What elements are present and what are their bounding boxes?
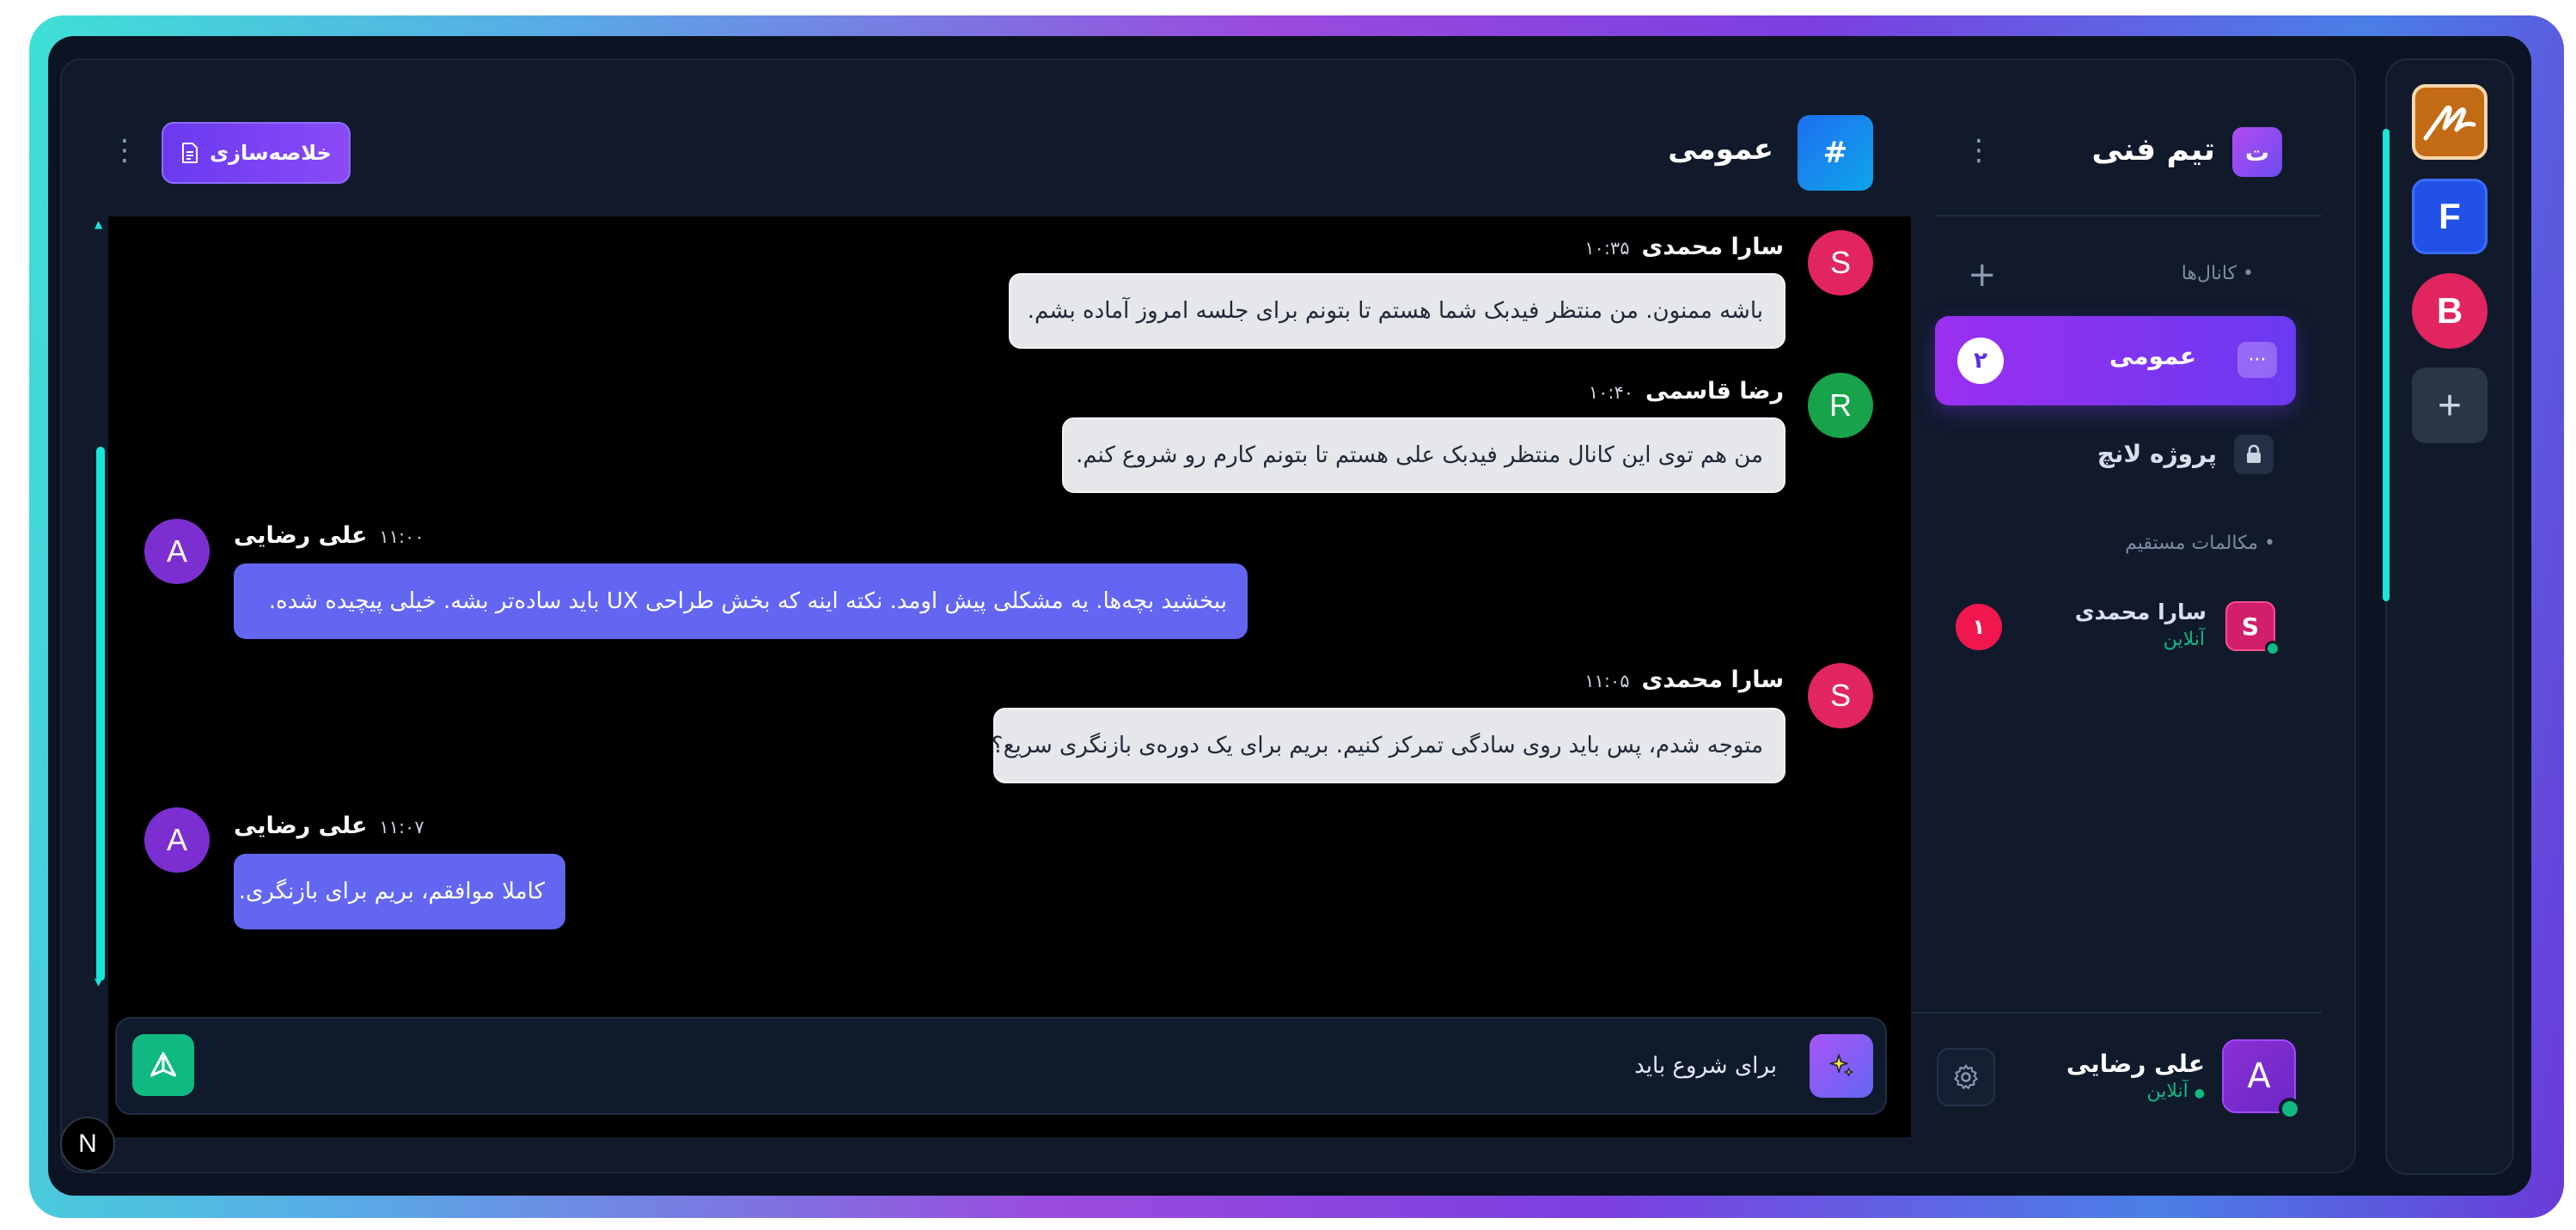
message-time: ۱۱:۰۷: [379, 817, 424, 837]
message-text: ببخشید بچه‌ها. یه مشکلی پیش اومد. نکته ا…: [268, 588, 1227, 614]
message-author[interactable]: رضا قاسمی: [1645, 378, 1784, 405]
message-bubble[interactable]: من هم توی این کانال منتظر فیدبک علی هستم…: [1062, 417, 1785, 493]
channel-options-icon[interactable]: ···: [2237, 342, 2277, 378]
sparkle-icon: [1829, 1054, 1853, 1077]
message-text: من هم توی این کانال منتظر فیدبک علی هستم…: [1076, 442, 1763, 468]
message-meta: سارا محمدی ۱۰:۳۵: [1584, 234, 1784, 260]
lock-icon: [2234, 435, 2274, 474]
message-author[interactable]: علی رضایی: [234, 522, 367, 549]
sidebar-footer-divider: [1909, 1012, 2322, 1014]
chat-menu-icon[interactable]: ⋮: [110, 136, 139, 165]
unread-badge: ۲: [1957, 338, 2004, 384]
message-time: ۱۱:۰۰: [379, 527, 424, 547]
message-time: ۱۰:۳۵: [1584, 238, 1630, 259]
current-user-status: ● آنلاین: [2146, 1081, 2205, 1102]
summarize-button[interactable]: خلاصه‌سازی: [162, 122, 351, 184]
message-bubble[interactable]: ببخشید بچه‌ها. یه مشکلی پیش اومد. نکته ا…: [234, 563, 1248, 639]
message-bubble[interactable]: کاملا موافقم، بریم برای بازنگری.: [234, 854, 565, 929]
dm-status: آنلاین: [2163, 629, 2205, 650]
message-time: ۱۱:۰۵: [1584, 671, 1630, 691]
server-f[interactable]: F: [2412, 179, 2487, 254]
sidebar-header-divider: [1935, 215, 2322, 216]
message-author[interactable]: علی رضایی: [234, 813, 367, 839]
channel-item-general[interactable]: ۲ عمومی ···: [1935, 316, 2296, 405]
current-user-name: علی رضایی: [2066, 1050, 2205, 1078]
channel-title: عمومی: [1668, 132, 1773, 167]
message-time: ۱۰:۴۰: [1588, 382, 1634, 403]
message-text: کاملا موافقم، بریم برای بازنگری.: [238, 879, 545, 904]
document-icon: [182, 143, 198, 163]
add-channel-button[interactable]: +: [1968, 258, 1997, 292]
server-rail-scrollbar[interactable]: [2383, 129, 2390, 601]
team-menu-icon[interactable]: ⋮: [1964, 136, 1993, 165]
server-b[interactable]: B: [2412, 273, 2487, 349]
summarize-label: خلاصه‌سازی: [210, 141, 332, 165]
message-avatar[interactable]: S: [1808, 230, 1873, 295]
message-avatar[interactable]: A: [144, 519, 210, 584]
dm-name[interactable]: سارا محمدی: [2075, 600, 2207, 624]
send-button[interactable]: [132, 1034, 194, 1096]
message-avatar[interactable]: R: [1808, 373, 1873, 438]
message-avatar[interactable]: A: [144, 807, 210, 873]
message-input[interactable]: برای شروع باید: [1634, 1053, 1777, 1079]
brand-logo-icon: [2423, 105, 2476, 141]
message-avatar[interactable]: S: [1808, 663, 1873, 728]
chat-scrollbar-thumb[interactable]: [96, 447, 105, 981]
team-name: تیم فنی: [2091, 132, 2215, 167]
direct-messages-section-label: • مکالمات مستقیم: [2125, 533, 2275, 554]
online-indicator: [2265, 641, 2280, 656]
message-author[interactable]: سارا محمدی: [1641, 234, 1784, 260]
add-server-button[interactable]: +: [2412, 368, 2487, 443]
scroll-down-arrow-icon[interactable]: ▼: [95, 976, 102, 988]
channel-item-launch-project[interactable]: پروژه لانچ: [2097, 440, 2217, 468]
channel-hash-icon: #: [1798, 115, 1873, 191]
message-text: باشه ممنون. من منتظر فیدبک شما هستم تا ب…: [1027, 298, 1763, 324]
message-author[interactable]: سارا محمدی: [1641, 667, 1784, 693]
message-bubble[interactable]: باشه ممنون. من منتظر فیدبک شما هستم تا ب…: [1009, 273, 1785, 349]
n-badge[interactable]: N: [60, 1117, 115, 1172]
team-avatar[interactable]: ت: [2232, 127, 2282, 177]
message-meta: علی رضایی ۱۱:۰۷: [234, 813, 424, 839]
ai-suggest-button[interactable]: [1810, 1034, 1873, 1098]
channels-section-label: • کانال‌ها: [2181, 263, 2254, 284]
channel-name: عمومی: [2109, 342, 2196, 370]
server-brand-logo[interactable]: [2412, 84, 2487, 160]
message-bubble[interactable]: متوجه شدم، پس باید روی سادگی تمرکز کنیم.…: [991, 708, 1785, 783]
settings-button[interactable]: [1937, 1048, 1995, 1106]
message-meta: علی رضایی ۱۱:۰۰: [234, 522, 424, 549]
message-meta: رضا قاسمی ۱۰:۴۰: [1589, 378, 1784, 405]
send-icon: [150, 1052, 176, 1077]
gear-icon: [1954, 1064, 1978, 1089]
message-composer[interactable]: [115, 1017, 1887, 1115]
dm-unread-badge: ۱: [1956, 604, 2002, 650]
message-text: متوجه شدم، پس باید روی سادگی تمرکز کنیم.…: [991, 733, 1763, 758]
message-meta: سارا محمدی ۱۱:۰۵: [1584, 667, 1784, 693]
scroll-up-arrow-icon[interactable]: ▲: [95, 218, 102, 230]
online-indicator: [2279, 1098, 2301, 1120]
